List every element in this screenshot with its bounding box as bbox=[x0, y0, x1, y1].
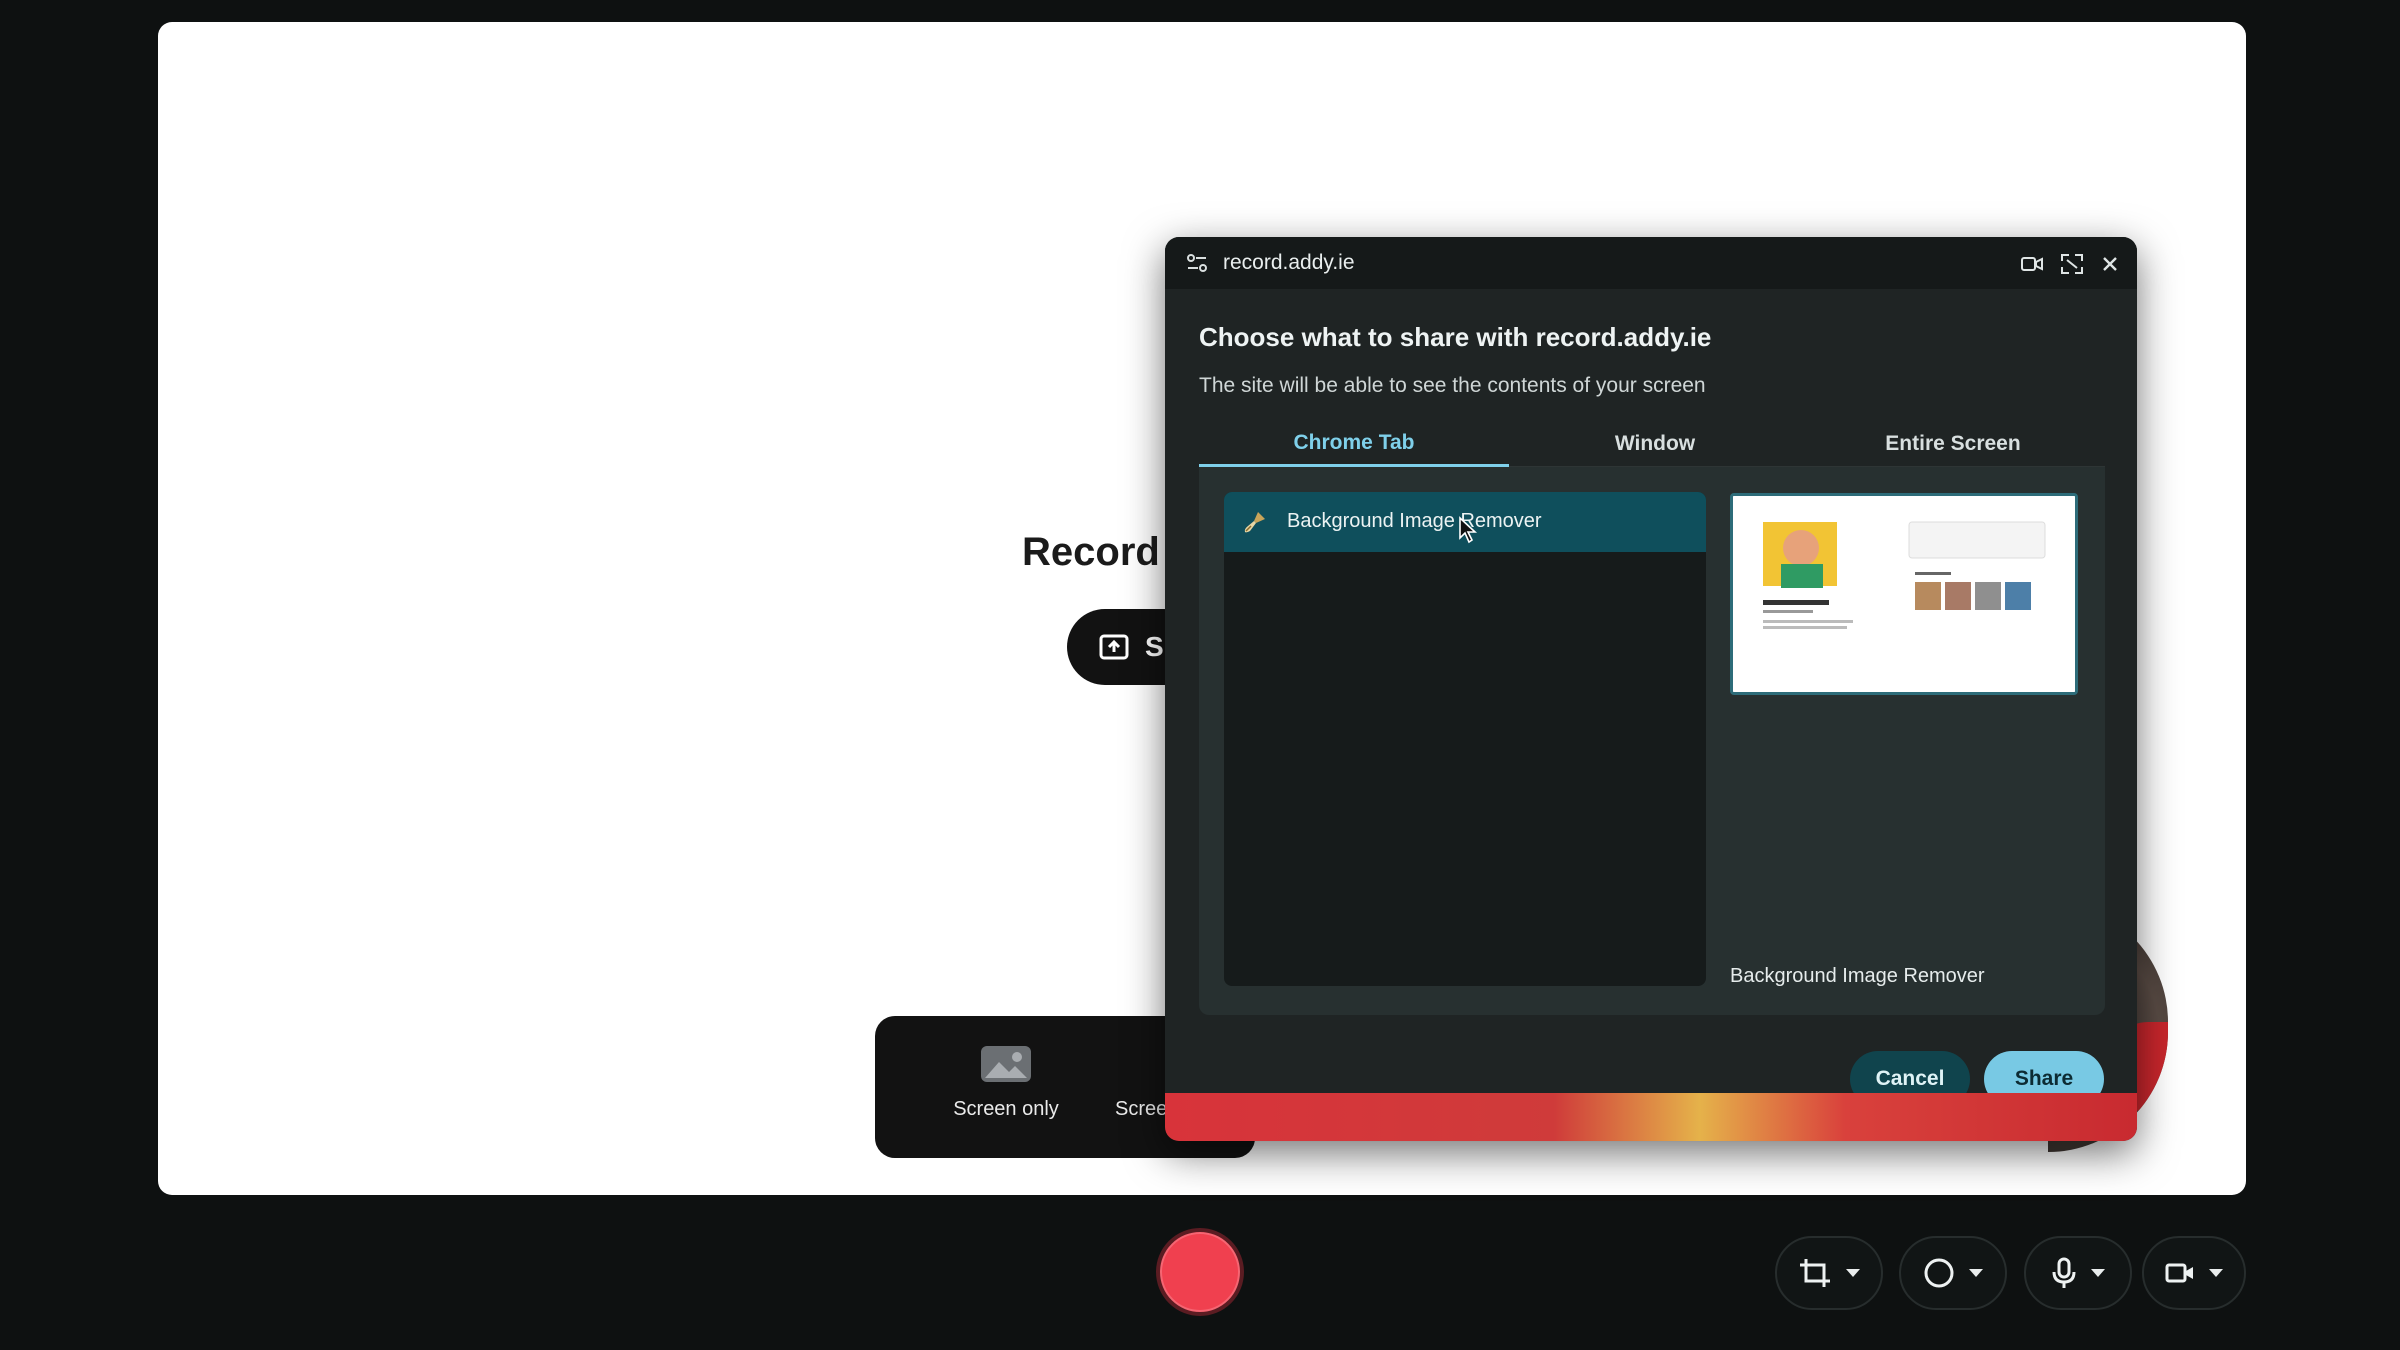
source-list[interactable]: Background Image Remover bbox=[1224, 492, 1706, 986]
circle-icon bbox=[1924, 1258, 1954, 1288]
camera-control[interactable] bbox=[2142, 1236, 2246, 1310]
shape-control[interactable] bbox=[1899, 1236, 2007, 1310]
chevron-down-icon bbox=[2209, 1269, 2223, 1277]
brush-icon bbox=[1244, 512, 1265, 533]
page-title: Record bbox=[1022, 530, 1160, 574]
source-label: Background Image Remover bbox=[1287, 510, 1542, 532]
chevron-down-icon bbox=[2091, 1269, 2105, 1277]
microphone-icon bbox=[2052, 1257, 2076, 1288]
picker-area: Background Image Remover Background Imag… bbox=[1199, 467, 2105, 1015]
share-type-tabs: Chrome Tab Window Entire Screen bbox=[1199, 422, 2105, 467]
camera-icon bbox=[2021, 257, 2043, 271]
close-icon bbox=[2103, 257, 2117, 271]
share-screen-icon bbox=[1099, 634, 1129, 660]
mouse-cursor-icon bbox=[1459, 516, 1478, 544]
image-icon bbox=[981, 1046, 1031, 1082]
crop-icon bbox=[1800, 1259, 1830, 1287]
crop-control[interactable] bbox=[1775, 1236, 1883, 1310]
camera-button[interactable] bbox=[2019, 251, 2045, 277]
share-picker-dialog: record.addy.ie Choose what to share with… bbox=[1165, 237, 2137, 1141]
tab-entire-screen[interactable]: Entire Screen bbox=[1801, 422, 2105, 466]
dialog-description: The site will be able to see the content… bbox=[1199, 374, 1706, 397]
microphone-control[interactable] bbox=[2024, 1236, 2132, 1310]
expand-icon bbox=[2061, 254, 2083, 274]
close-button[interactable] bbox=[2097, 251, 2123, 277]
video-camera-icon bbox=[2165, 1263, 2193, 1283]
tab-chrome-tab[interactable]: Chrome Tab bbox=[1199, 422, 1509, 467]
dialog-site-url: record.addy.ie bbox=[1223, 251, 1355, 274]
record-button[interactable] bbox=[1156, 1228, 1244, 1316]
dialog-heading: Choose what to share with record.addy.ie bbox=[1199, 322, 1712, 352]
tab-window[interactable]: Window bbox=[1509, 422, 1801, 466]
chevron-down-icon bbox=[1846, 1269, 1860, 1277]
preview-image bbox=[1733, 496, 2075, 692]
mode-screen-only-label: Screen only bbox=[953, 1098, 1059, 1120]
mode-screen-only[interactable]: Screen only bbox=[931, 1044, 1081, 1121]
mode-screen-camera-label: Scree bbox=[1115, 1098, 1168, 1120]
expand-button[interactable] bbox=[2059, 251, 2085, 277]
list-item[interactable]: Background Image Remover bbox=[1224, 492, 1706, 552]
tab-preview-thumbnail[interactable] bbox=[1730, 493, 2078, 695]
preview-caption: Background Image Remover bbox=[1730, 965, 1985, 987]
dialog-titlebar: record.addy.ie bbox=[1165, 237, 2137, 289]
site-settings-icon bbox=[1187, 254, 1207, 272]
background-webcam-strip bbox=[1165, 1093, 2137, 1141]
chevron-down-icon bbox=[1969, 1269, 1983, 1277]
